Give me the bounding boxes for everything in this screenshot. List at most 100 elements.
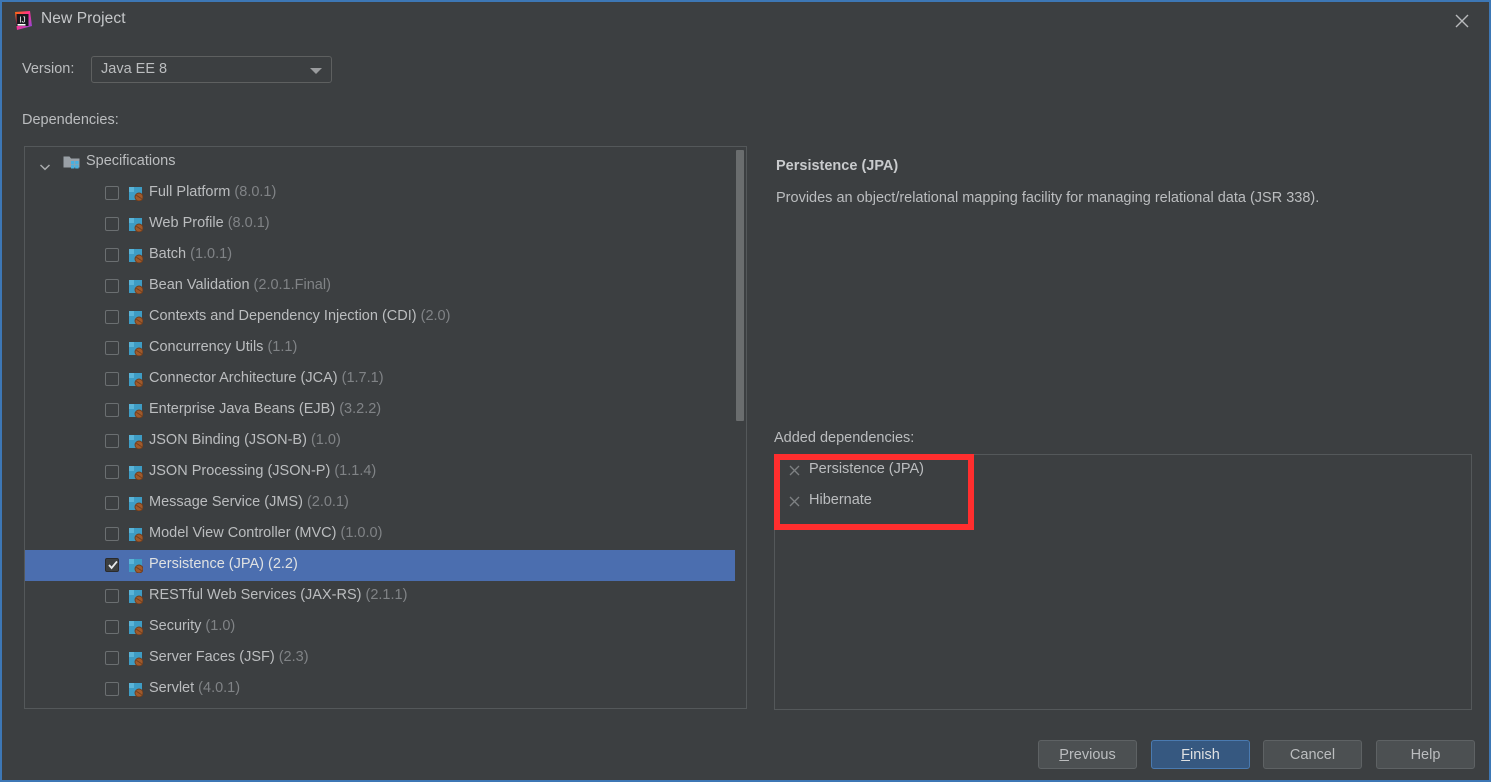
dependency-checkbox[interactable]: [105, 279, 119, 293]
tree-item[interactable]: Security (1.0): [25, 612, 746, 643]
dependency-module-icon: [128, 620, 144, 636]
remove-x-icon[interactable]: [788, 464, 801, 477]
version-select[interactable]: Java EE 8: [91, 56, 332, 83]
dependency-label: Enterprise Java Beans (EJB) (3.2.2): [149, 401, 381, 417]
version-label: Version:: [22, 61, 75, 77]
dependencies-label: Dependencies:: [22, 112, 119, 128]
tree-item[interactable]: Model View Controller (MVC) (1.0.0): [25, 519, 746, 550]
dependency-version: (2.1.1): [365, 587, 408, 603]
remove-x-icon[interactable]: [788, 495, 801, 508]
dependency-module-icon: [128, 372, 144, 388]
dependency-name: Batch: [149, 246, 187, 262]
tree-item[interactable]: JSON Processing (JSON-P) (1.1.4): [25, 457, 746, 488]
dependency-name: Connector Architecture (JCA): [149, 370, 338, 386]
dependency-label: Connector Architecture (JCA) (1.7.1): [149, 370, 384, 386]
dependency-label: JSON Binding (JSON-B) (1.0): [149, 432, 341, 448]
dependency-name: Message Service (JMS): [149, 494, 303, 510]
help-button[interactable]: Help: [1376, 740, 1475, 769]
cancel-button[interactable]: Cancel: [1263, 740, 1362, 769]
tree-item[interactable]: Server Faces (JSF) (2.3): [25, 643, 746, 674]
dependency-module-icon: [128, 279, 144, 295]
dependency-checkbox[interactable]: [105, 496, 119, 510]
tree-item[interactable]: Contexts and Dependency Injection (CDI) …: [25, 302, 746, 333]
dependency-version: (1.7.1): [341, 370, 384, 386]
tree-item[interactable]: Connector Architecture (JCA) (1.7.1): [25, 364, 746, 395]
dependency-module-icon: [128, 341, 144, 357]
tree-item[interactable]: Persistence (JPA) (2.2): [25, 550, 746, 581]
tree-item[interactable]: Bean Validation (2.0.1.Final): [25, 271, 746, 302]
dependency-checkbox[interactable]: [105, 527, 119, 541]
tree-scrollbar-track[interactable]: [735, 147, 746, 708]
dependency-version: (1.0.0): [340, 525, 383, 541]
dependency-checkbox[interactable]: [105, 465, 119, 479]
dependency-checkbox[interactable]: [105, 403, 119, 417]
dependency-label: Concurrency Utils (1.1): [149, 339, 297, 355]
dependency-name: JSON Processing (JSON-P): [149, 463, 331, 479]
dependency-checkbox[interactable]: [105, 651, 119, 665]
dependency-name: Persistence (JPA): [149, 556, 264, 572]
detail-title: Persistence (JPA): [776, 158, 899, 174]
dependency-checkbox[interactable]: [105, 310, 119, 324]
dependency-version: (1.1): [267, 339, 298, 355]
dependency-label: Servlet (4.0.1): [149, 680, 240, 696]
dependency-checkbox[interactable]: [105, 589, 119, 603]
tree-item[interactable]: Batch (1.0.1): [25, 240, 746, 271]
dependency-checkbox[interactable]: [105, 372, 119, 386]
dependency-label: Batch (1.0.1): [149, 246, 232, 262]
previous-button[interactable]: Previous: [1038, 740, 1137, 769]
tree-item[interactable]: Servlet (4.0.1): [25, 674, 746, 705]
dependency-checkbox[interactable]: [105, 558, 119, 572]
dependency-checkbox[interactable]: [105, 186, 119, 200]
specifications-folder-icon: [63, 154, 80, 170]
dependency-name: Bean Validation: [149, 277, 250, 293]
dependency-module-icon: [128, 434, 144, 450]
dependency-version: (8.0.1): [234, 184, 277, 200]
tree-item[interactable]: Enterprise Java Beans (EJB) (3.2.2): [25, 395, 746, 426]
dependency-module-icon: [128, 496, 144, 512]
title-bar: IJ New Project: [2, 2, 1489, 40]
finish-button-label: inish: [1190, 746, 1220, 763]
dependency-checkbox[interactable]: [105, 682, 119, 696]
dependency-checkbox[interactable]: [105, 620, 119, 634]
tree-item[interactable]: Full Platform (8.0.1): [25, 178, 746, 209]
chevron-down-icon[interactable]: [39, 158, 51, 171]
check-icon: [108, 558, 118, 570]
tree-item[interactable]: Concurrency Utils (1.1): [25, 333, 746, 364]
chevron-down-icon: [310, 68, 322, 74]
dependency-checkbox[interactable]: [105, 434, 119, 448]
added-dependency-row[interactable]: Hibernate: [775, 486, 1471, 517]
finish-button[interactable]: Finish: [1151, 740, 1250, 769]
dependency-name: RESTful Web Services (JAX-RS): [149, 587, 362, 603]
dependency-version: (3.2.2): [339, 401, 382, 417]
dependency-label: Bean Validation (2.0.1.Final): [149, 277, 331, 293]
dependency-name: JSON Binding (JSON-B): [149, 432, 307, 448]
dependency-module-icon: [128, 651, 144, 667]
dependency-name: Full Platform: [149, 184, 231, 200]
dependency-version: (2.0): [420, 308, 451, 324]
version-selected-value: Java EE 8: [101, 61, 168, 77]
tree-item[interactable]: Message Service (JMS) (2.0.1): [25, 488, 746, 519]
dependency-label: Persistence (JPA) (2.2): [149, 556, 298, 572]
dependency-version: (2.0.1): [306, 494, 349, 510]
tree-item[interactable]: JSON Binding (JSON-B) (1.0): [25, 426, 746, 457]
tree-scrollbar-thumb[interactable]: [736, 150, 744, 421]
dependency-label: Contexts and Dependency Injection (CDI) …: [149, 308, 450, 324]
dependency-checkbox[interactable]: [105, 341, 119, 355]
added-dependency-row[interactable]: Persistence (JPA): [775, 455, 1471, 486]
tree-item[interactable]: Web Profile (8.0.1): [25, 209, 746, 240]
dependency-checkbox[interactable]: [105, 248, 119, 262]
dependency-label: Server Faces (JSF) (2.3): [149, 649, 309, 665]
dependency-version: (4.0.1): [198, 680, 241, 696]
close-icon[interactable]: [1451, 10, 1473, 32]
window-title: New Project: [41, 10, 126, 27]
dependency-version: (2.3): [278, 649, 309, 665]
dependency-version: (1.1.4): [334, 463, 377, 479]
dependency-checkbox[interactable]: [105, 217, 119, 231]
added-dependencies-panel: Persistence (JPA) Hibernate: [774, 454, 1472, 710]
dependency-module-icon: [128, 217, 144, 233]
tree-group-specifications[interactable]: Specifications: [25, 147, 746, 178]
dependency-name: Server Faces (JSF): [149, 649, 275, 665]
dependency-version: (2.0.1.Final): [253, 277, 331, 293]
tree-item[interactable]: RESTful Web Services (JAX-RS) (2.1.1): [25, 581, 746, 612]
dependency-name: Contexts and Dependency Injection (CDI): [149, 308, 417, 324]
